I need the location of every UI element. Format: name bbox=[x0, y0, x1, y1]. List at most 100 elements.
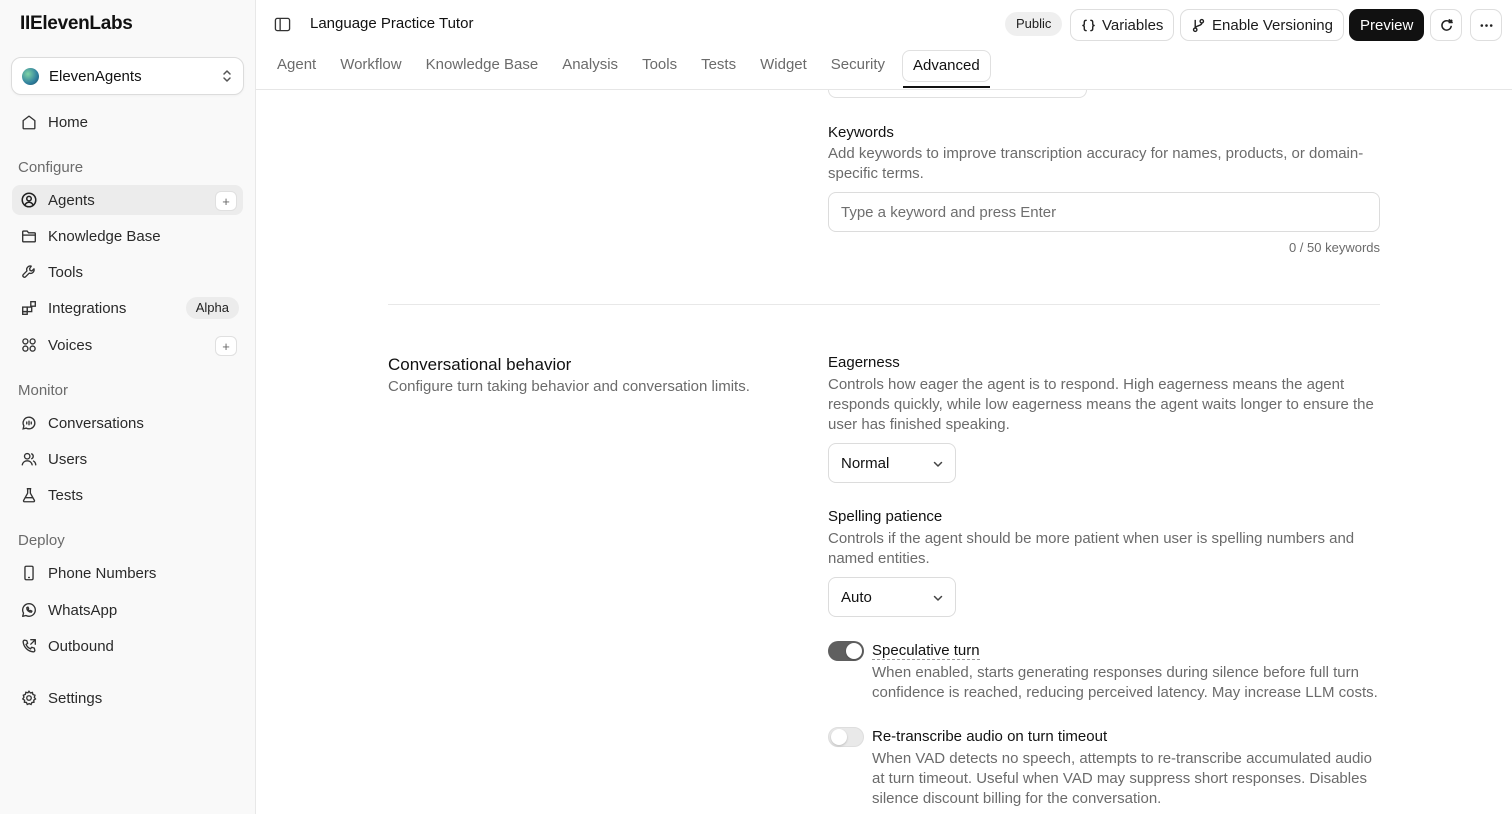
outbound-call-icon bbox=[22, 639, 36, 653]
advanced-settings-panel: Keywords Add keywords to improve transcr… bbox=[256, 90, 1512, 814]
sidebar-item-phone-numbers[interactable]: Phone Numbers bbox=[12, 558, 243, 588]
sidebar-item-label: Knowledge Base bbox=[48, 227, 161, 245]
sidebar-item-tests[interactable]: Tests bbox=[12, 480, 243, 510]
sidebar-item-whatsapp[interactable]: WhatsApp bbox=[12, 595, 243, 625]
add-voice-button[interactable]: + bbox=[215, 336, 237, 356]
preview-button[interactable]: Preview bbox=[1349, 9, 1425, 41]
sidebar-item-label: WhatsApp bbox=[48, 601, 118, 619]
sidebar-item-agents[interactable]: Agents + bbox=[12, 185, 243, 215]
sidebar-item-label: Conversations bbox=[48, 414, 144, 432]
alpha-badge: Alpha bbox=[185, 297, 239, 319]
gear-icon bbox=[21, 690, 37, 706]
spelling-patience-value: Auto bbox=[841, 588, 872, 606]
tab-workflow[interactable]: Workflow bbox=[333, 50, 408, 80]
section-title-conversational-behavior: Conversational behavior bbox=[388, 355, 572, 374]
wrench-icon bbox=[22, 265, 35, 278]
sidebar-item-label: Tests bbox=[48, 486, 84, 504]
section-label-configure: Configure bbox=[18, 159, 84, 176]
page-title: Language Practice Tutor bbox=[310, 15, 474, 32]
whatsapp-icon bbox=[22, 603, 36, 617]
integrations-icon bbox=[22, 301, 36, 315]
toggle-knob bbox=[846, 643, 862, 659]
tab-analysis[interactable]: Analysis bbox=[555, 50, 625, 80]
chevron-down-icon bbox=[933, 461, 943, 467]
sidebar: IIElevenLabs ElevenAgents Home Configure… bbox=[0, 0, 256, 814]
workspace-name: ElevenAgents bbox=[49, 67, 142, 85]
sidebar-item-knowledge-base[interactable]: Knowledge Base bbox=[12, 221, 243, 251]
section-divider bbox=[388, 304, 1380, 305]
conversation-icon bbox=[22, 416, 36, 430]
add-agent-button[interactable]: + bbox=[215, 191, 237, 211]
sidebar-item-users[interactable]: Users bbox=[12, 444, 243, 474]
retranscribe-description: When VAD detects no speech, attempts to … bbox=[872, 750, 1372, 807]
enable-versioning-button[interactable]: Enable Versioning bbox=[1180, 9, 1344, 41]
sidebar-item-label: Voices bbox=[48, 336, 93, 354]
visibility-badge[interactable]: Public bbox=[1005, 12, 1063, 36]
truncated-field[interactable] bbox=[828, 90, 1087, 98]
voices-icon bbox=[22, 338, 36, 352]
section-description: Configure turn taking behavior and conve… bbox=[388, 378, 750, 395]
tab-security[interactable]: Security bbox=[824, 50, 892, 80]
spelling-patience-select[interactable]: Auto bbox=[828, 577, 956, 617]
more-horizontal-icon bbox=[1480, 23, 1492, 27]
retranscribe-title: Re-transcribe audio on turn timeout bbox=[872, 728, 1108, 745]
workspace-avatar bbox=[22, 67, 39, 85]
folder-icon bbox=[22, 230, 36, 243]
elevenlabs-logo[interactable]: IIElevenLabs bbox=[20, 13, 133, 35]
speculative-turn-toggle[interactable] bbox=[828, 641, 864, 661]
variables-button[interactable]: Variables bbox=[1070, 9, 1175, 41]
sidebar-item-label: Home bbox=[48, 113, 89, 131]
speculative-turn-title: Speculative turn bbox=[872, 642, 980, 660]
tab-knowledge-base[interactable]: Knowledge Base bbox=[419, 50, 546, 80]
variables-label: Variables bbox=[1102, 16, 1164, 34]
tab-agent[interactable]: Agent bbox=[270, 50, 323, 80]
tab-widget[interactable]: Widget bbox=[753, 50, 814, 80]
users-icon bbox=[21, 452, 37, 466]
retranscribe-toggle[interactable] bbox=[828, 727, 864, 747]
sidebar-item-integrations[interactable]: Integrations Alpha bbox=[12, 293, 243, 323]
sidebar-toggle-icon[interactable] bbox=[274, 16, 291, 33]
speculative-turn-description: When enabled, starts generating response… bbox=[872, 664, 1378, 701]
section-label-monitor: Monitor bbox=[18, 382, 69, 399]
chevron-up-down-icon bbox=[223, 70, 231, 82]
keywords-description: Add keywords to improve transcription ac… bbox=[828, 145, 1364, 182]
spelling-patience-description: Controls if the agent should be more pat… bbox=[828, 530, 1355, 567]
more-options-button[interactable] bbox=[1470, 9, 1502, 41]
flask-icon bbox=[22, 488, 36, 503]
spelling-patience-title: Spelling patience bbox=[828, 508, 943, 525]
braces-icon bbox=[1082, 19, 1095, 31]
sidebar-item-tools[interactable]: Tools bbox=[12, 257, 243, 287]
eagerness-description: Controls how eager the agent is to respo… bbox=[828, 376, 1374, 433]
publish-icon bbox=[1440, 18, 1453, 31]
keywords-counter: 0 / 50 keywords bbox=[1288, 240, 1380, 255]
home-icon bbox=[22, 115, 36, 130]
sidebar-item-label: Phone Numbers bbox=[48, 564, 157, 582]
sidebar-item-voices[interactable]: Voices + bbox=[12, 330, 243, 360]
sidebar-item-label: Settings bbox=[48, 689, 103, 707]
toggle-knob bbox=[831, 729, 847, 745]
publish-button[interactable] bbox=[1430, 9, 1462, 41]
sidebar-item-settings[interactable]: Settings bbox=[12, 683, 243, 713]
sidebar-item-outbound[interactable]: Outbound bbox=[12, 631, 243, 661]
chevron-down-icon bbox=[933, 595, 943, 601]
sidebar-item-home[interactable]: Home bbox=[12, 107, 243, 137]
sidebar-item-conversations[interactable]: Conversations bbox=[12, 408, 243, 438]
eagerness-title: Eagerness bbox=[828, 354, 900, 371]
git-branch-icon bbox=[1192, 18, 1205, 32]
eagerness-select[interactable]: Normal bbox=[828, 443, 956, 483]
agent-icon bbox=[21, 192, 37, 208]
sidebar-item-label: Outbound bbox=[48, 637, 114, 655]
tab-tests[interactable]: Tests bbox=[694, 50, 743, 80]
tab-advanced[interactable]: Advanced bbox=[901, 50, 991, 88]
sidebar-item-label: Users bbox=[48, 450, 88, 468]
top-bar: Language Practice Tutor Public Variables… bbox=[256, 0, 1512, 90]
agent-tabs: Agent Workflow Knowledge Base Analysis T… bbox=[270, 50, 1001, 90]
tab-tools[interactable]: Tools bbox=[635, 50, 684, 80]
versioning-label: Enable Versioning bbox=[1212, 16, 1333, 34]
sidebar-item-label: Integrations bbox=[48, 299, 127, 317]
workspace-switcher[interactable]: ElevenAgents bbox=[11, 57, 244, 95]
keywords-input[interactable] bbox=[828, 192, 1380, 232]
sidebar-item-label: Tools bbox=[48, 263, 84, 281]
preview-label: Preview bbox=[1360, 16, 1414, 34]
sidebar-item-label: Agents bbox=[48, 191, 95, 209]
